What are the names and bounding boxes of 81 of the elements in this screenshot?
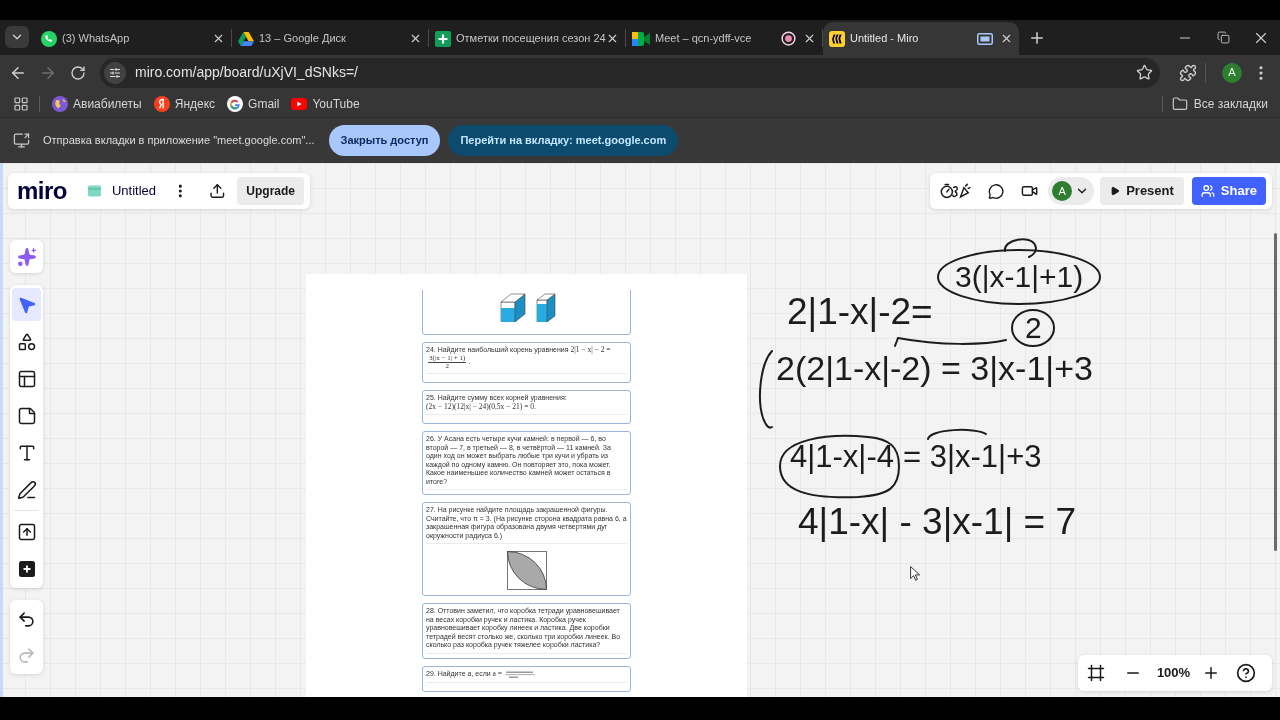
zoom-level[interactable]: 100% [1151, 663, 1196, 683]
restore-icon[interactable] [1216, 31, 1230, 44]
infobar-button[interactable]: Закрыть доступ [328, 125, 441, 156]
square-lens-drawing [506, 551, 547, 590]
tab-search-button[interactable] [5, 26, 29, 48]
board-canvas[interactable] [0, 163, 1280, 697]
play-icon [1110, 186, 1121, 196]
bookmark-link[interactable]: Авиабилеты [52, 94, 142, 113]
handwritten-equation: 2(2|1-x|-2) = 3|x-1|+3 [776, 351, 1093, 385]
all-bookmarks-button[interactable]: Все закладки [1171, 94, 1268, 113]
handwritten-equation: 2 [1025, 313, 1042, 343]
people-icon [1200, 184, 1215, 198]
close-tab-icon[interactable] [212, 32, 225, 45]
browser-tab[interactable]: Untitled - Miro [823, 22, 1019, 55]
handwritten-equation: 2|1-x|-2= [787, 293, 933, 330]
sticky-note-icon [16, 405, 37, 426]
board-title[interactable]: Untitled [111, 181, 157, 201]
google-logo-icon [227, 95, 244, 112]
collaborators-button[interactable]: A [1048, 177, 1095, 205]
board-icon [88, 185, 101, 197]
fit-to-screen-icon[interactable] [1087, 664, 1105, 682]
youtube-logo-icon [291, 97, 308, 110]
ai-button[interactable] [10, 240, 43, 273]
infobar-button[interactable]: Перейти на вкладку: meet.google.com [448, 125, 679, 156]
user-avatar: A [1052, 181, 1073, 201]
sparkle-icon [16, 246, 37, 267]
whatsapp-logo-icon [41, 30, 57, 47]
bookmark-star-icon[interactable] [1136, 64, 1153, 81]
handwritten-equation: = 3|x-1|+3 [903, 441, 1042, 472]
prism-drawing [536, 293, 555, 322]
sheets-logo-icon [435, 30, 451, 47]
chat-icon[interactable] [987, 181, 1005, 201]
handwritten-equation: 3(|x-1|+1) [955, 262, 1084, 292]
plus-icon [18, 560, 35, 577]
bookmark-link[interactable]: YouTube [291, 94, 360, 113]
layout-icon [16, 368, 37, 389]
bookmark-link[interactable]: Яндекс [153, 94, 216, 113]
close-tab-icon[interactable] [803, 32, 816, 45]
scrollbar[interactable] [1274, 233, 1277, 551]
drive-logo-icon [238, 31, 254, 46]
collaboration-tools-icon[interactable] [940, 181, 971, 201]
prism-drawing [500, 293, 525, 322]
pen-icon [16, 479, 37, 500]
tune-icon [109, 66, 121, 79]
select-tool-button[interactable] [12, 288, 41, 321]
reload-icon[interactable] [70, 64, 86, 81]
close-tab-icon[interactable] [606, 32, 619, 45]
ink-squiggle [1002, 238, 1040, 259]
browser-tab[interactable]: 13 – Google Диск [232, 22, 428, 55]
browser-tab[interactable]: Meet – qcn-ydff-vce [626, 22, 822, 55]
upload-icon [16, 521, 37, 542]
profile-avatar[interactable]: A [1222, 62, 1242, 83]
share-button[interactable]: Share [1191, 177, 1266, 205]
screen-share-icon [13, 132, 30, 149]
handwritten-equation: 4|1-x| - 3|x-1| = 7 [798, 503, 1077, 540]
upgrade-button[interactable]: Upgrade [237, 177, 304, 205]
shapes-icon [16, 331, 37, 352]
yandex-logo-icon [153, 95, 170, 112]
extensions-icon[interactable] [1179, 63, 1197, 82]
close-tab-icon[interactable] [409, 32, 422, 45]
globe-icon [52, 95, 68, 112]
mouse-pointer-icon [910, 566, 920, 581]
present-button[interactable]: Present [1100, 177, 1184, 205]
new-tab-icon[interactable] [1028, 29, 1046, 47]
site-info-button[interactable] [104, 61, 126, 84]
close-tab-icon[interactable] [1000, 32, 1013, 45]
export-icon[interactable] [208, 182, 226, 200]
miro-logo[interactable]: miro [17, 179, 67, 203]
folder-icon [1171, 95, 1188, 112]
browser-tab[interactable]: Отметки посещения сезон 24 [429, 22, 625, 55]
browser-tab[interactable]: (3) WhatsApp [35, 22, 231, 55]
handwritten-equation: 4|1-x|-4 [790, 441, 894, 472]
bookmark-link[interactable]: Gmail [227, 94, 280, 113]
help-icon[interactable] [1236, 663, 1256, 683]
zoom-in-icon[interactable] [1202, 664, 1220, 682]
ink-arc [927, 428, 987, 440]
apps-icon[interactable] [13, 95, 29, 112]
miro-logo-icon [829, 30, 845, 47]
address-bar[interactable]: miro.com/app/board/uXjVI_dSNks=/ [100, 57, 1160, 88]
meet-logo-icon [632, 31, 650, 46]
infobar-message: Отправка вкладки в приложение "meet.google.com"... [43, 133, 315, 149]
